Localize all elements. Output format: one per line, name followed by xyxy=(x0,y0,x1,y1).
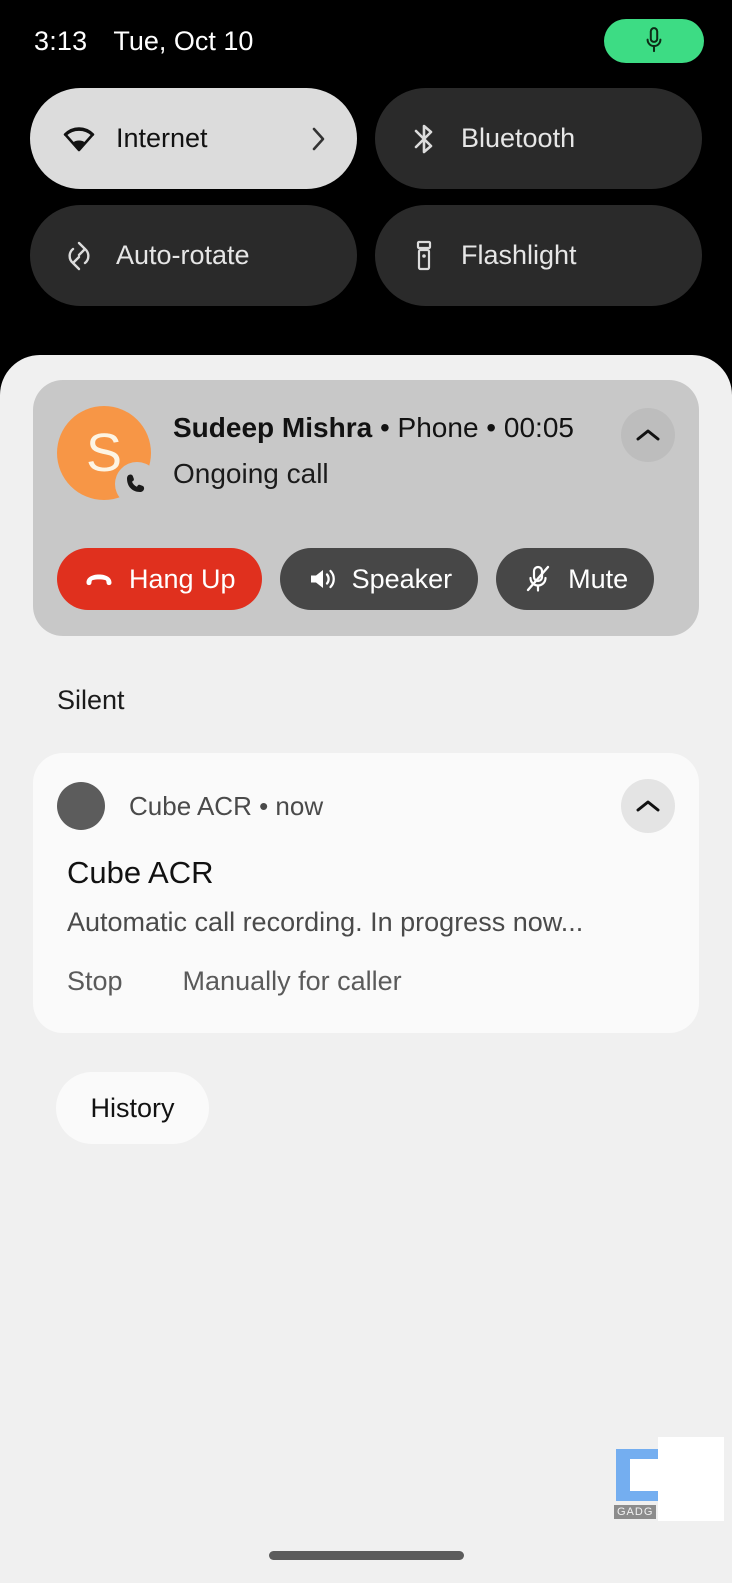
history-button[interactable]: History xyxy=(56,1072,209,1144)
navigation-bar xyxy=(0,1528,732,1583)
avatar: S xyxy=(57,406,159,506)
chevron-up-icon[interactable] xyxy=(621,779,675,833)
qs-tile-internet[interactable]: Internet xyxy=(30,88,357,189)
speaker-icon xyxy=(306,563,338,595)
cube-acr-title: Cube ACR xyxy=(67,855,214,890)
wifi-icon xyxy=(62,122,96,156)
mic-off-icon xyxy=(522,563,554,595)
call-status-text: Ongoing call xyxy=(173,458,329,489)
silent-section-header: Silent xyxy=(57,685,125,715)
cube-acr-notification[interactable]: Cube ACR • now Cube ACR Automatic call r… xyxy=(33,753,699,1033)
qs-tile-bluetooth[interactable]: Bluetooth xyxy=(375,88,702,189)
call-duration: 00:05 xyxy=(503,412,574,443)
watermark-text: GADG xyxy=(614,1505,657,1519)
qs-tile-label-flashlight: Flashlight xyxy=(461,240,577,270)
status-bar-date: Tue, Oct 10 xyxy=(113,25,254,56)
cube-acr-action-row: Stop Manually for caller xyxy=(67,966,675,997)
ongoing-call-notification[interactable]: S Sudeep Mishra • Phone • 00:05 Ongoing … xyxy=(33,380,699,636)
qs-tile-label-auto-rotate: Auto-rotate xyxy=(116,240,250,270)
cube-acr-header: Cube ACR • now xyxy=(57,779,675,833)
call-title-line: Sudeep Mishra • Phone • 00:05 xyxy=(173,412,621,444)
microphone-active-indicator[interactable] xyxy=(604,19,704,63)
call-action-row: Hang Up Speaker Mute xyxy=(57,548,655,610)
mute-button[interactable]: Mute xyxy=(496,548,655,610)
speaker-button[interactable]: Speaker xyxy=(279,548,479,610)
cube-acr-stop-action[interactable]: Stop xyxy=(67,966,123,997)
call-separator-1: • xyxy=(372,412,398,443)
speaker-label: Speaker xyxy=(351,563,453,594)
home-gesture-pill[interactable] xyxy=(268,1551,464,1560)
bluetooth-icon xyxy=(407,122,441,156)
phone-screen: 3:13 Tue, Oct 10 Internet Bluetooth Auto… xyxy=(0,0,732,1583)
hang-up-label: Hang Up xyxy=(129,563,236,594)
hang-up-button[interactable]: Hang Up xyxy=(57,548,262,610)
phone-icon xyxy=(115,462,159,506)
watermark-logo-icon xyxy=(616,1449,660,1501)
watermark-occluder xyxy=(658,1437,724,1521)
qs-tile-label-bluetooth: Bluetooth xyxy=(461,123,576,153)
call-app-name: Phone xyxy=(397,412,479,443)
status-bar: 3:13 Tue, Oct 10 xyxy=(0,0,732,82)
microphone-icon xyxy=(646,27,662,53)
call-contact-name: Sudeep Mishra xyxy=(173,412,373,443)
qs-tile-label-internet: Internet xyxy=(116,123,208,153)
flashlight-icon xyxy=(407,239,441,273)
phone-hangup-icon xyxy=(83,563,115,595)
status-bar-clock: 3:13 xyxy=(34,25,88,56)
auto-rotate-icon xyxy=(62,239,96,273)
chevron-up-icon[interactable] xyxy=(621,408,675,462)
quick-settings-grid: Internet Bluetooth Auto-rotate Flashligh… xyxy=(30,88,702,306)
mute-label: Mute xyxy=(568,563,629,594)
call-notification-text: Sudeep Mishra • Phone • 00:05 Ongoing ca… xyxy=(173,406,621,490)
notification-shade: S Sudeep Mishra • Phone • 00:05 Ongoing … xyxy=(0,355,732,1583)
cube-acr-app-icon xyxy=(57,782,105,830)
cube-acr-app-name: Cube ACR xyxy=(129,790,252,821)
chevron-right-icon[interactable] xyxy=(307,127,331,151)
qs-tile-flashlight[interactable]: Flashlight xyxy=(375,205,702,306)
cube-acr-app-line: Cube ACR • now xyxy=(129,791,621,822)
qs-tile-auto-rotate[interactable]: Auto-rotate xyxy=(30,205,357,306)
call-separator-2: • xyxy=(478,412,504,443)
call-notification-header: S Sudeep Mishra • Phone • 00:05 Ongoing … xyxy=(57,406,675,506)
cube-acr-time: now xyxy=(275,790,324,821)
cube-acr-manually-for-caller-action[interactable]: Manually for caller xyxy=(183,966,402,997)
watermark: GADG xyxy=(606,1427,724,1531)
cube-acr-body: Automatic call recording. In progress no… xyxy=(67,907,584,937)
cube-acr-separator: • xyxy=(251,790,276,821)
